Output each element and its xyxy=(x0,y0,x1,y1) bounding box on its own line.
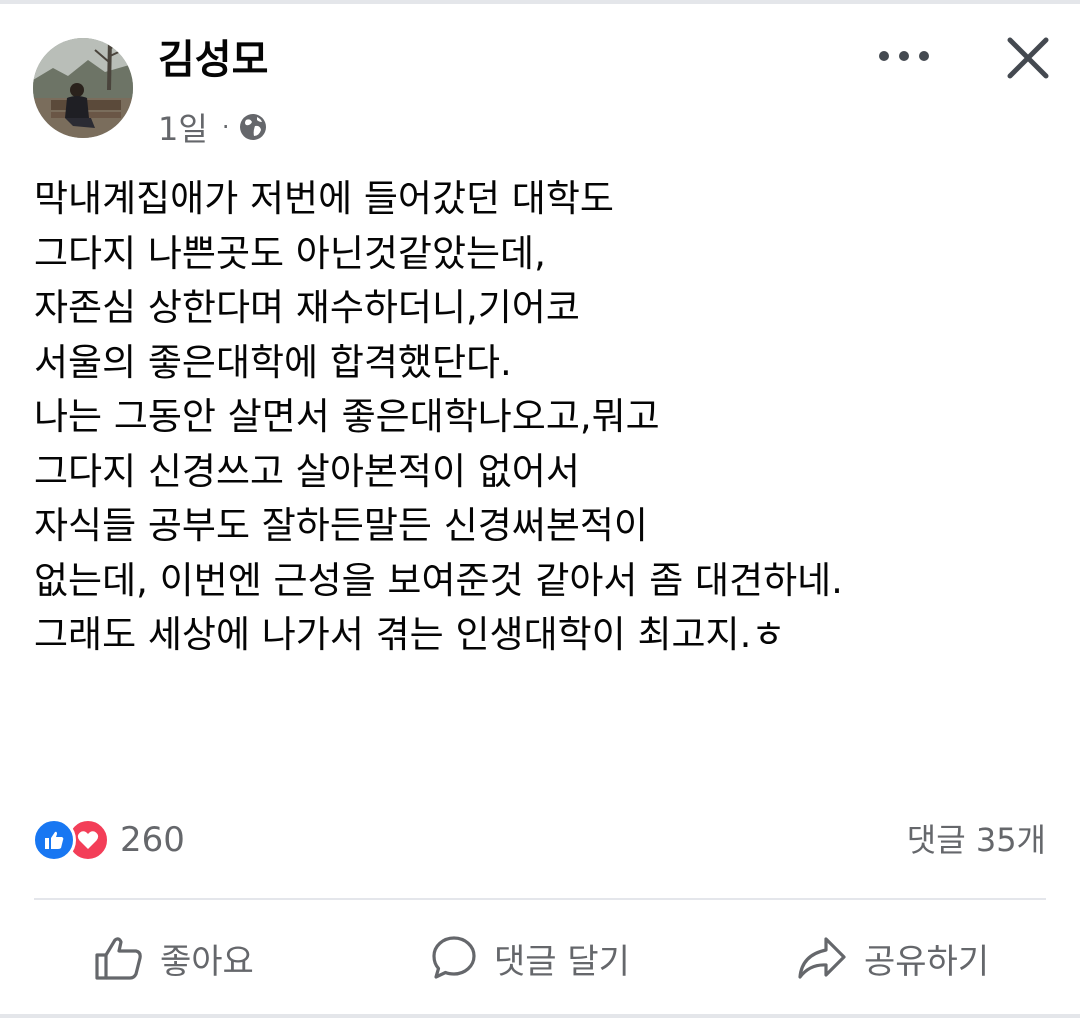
post-line: 그다지 나쁜곳도 아닌것같았는데, xyxy=(34,231,546,275)
more-dots-icon xyxy=(879,51,929,61)
post-time[interactable]: 1일 xyxy=(158,104,208,150)
reactions-summary[interactable]: 260 xyxy=(32,816,185,864)
post-line: 그다지 신경쓰고 살아본적이 없어서 xyxy=(34,449,580,493)
like-button[interactable]: 좋아요 xyxy=(94,930,254,986)
share-arrow-icon xyxy=(798,937,846,979)
profile-photo xyxy=(33,38,133,138)
more-options-button[interactable] xyxy=(872,36,936,76)
share-label: 공유하기 xyxy=(864,941,990,982)
post-line: 그래도 세상에 나가서 겪는 인생대학이 최고지.ㅎ xyxy=(34,613,786,656)
top-border xyxy=(0,0,1080,4)
like-reaction-icon xyxy=(32,818,76,862)
close-button[interactable] xyxy=(1000,30,1056,86)
comment-label: 댓글 달기 xyxy=(494,941,630,982)
post-meta: 1일 · xyxy=(158,104,268,150)
post-body: 막내계집애가 저번에 들어갔던 대학도 그다지 나쁜곳도 아닌것같았는데, 자존… xyxy=(34,172,1064,663)
post-line: 나는 그동안 살면서 좋은대학나오고,뭐고 xyxy=(34,395,660,438)
meta-separator: · xyxy=(221,113,230,141)
post-line: 없는데, 이번엔 근성을 보여준것 같아서 좀 대견하네. xyxy=(34,558,843,602)
reaction-count: 260 xyxy=(120,820,185,860)
comment-button[interactable]: 댓글 달기 xyxy=(430,930,630,986)
comment-bubble-icon xyxy=(432,936,476,979)
author-name[interactable]: 김성모 xyxy=(158,32,268,88)
close-icon xyxy=(1007,37,1049,79)
action-bar: 좋아요 댓글 달기 공유하기 xyxy=(0,900,1080,1012)
post-line: 자식들 공부도 잘하든말든 신경써본적이 xyxy=(34,504,648,547)
share-button[interactable]: 공유하기 xyxy=(796,930,989,986)
post-line: 막내계집애가 저번에 들어갔던 대학도 xyxy=(34,177,614,220)
bottom-border xyxy=(0,1014,1080,1018)
like-label: 좋아요 xyxy=(160,941,254,982)
comment-count[interactable]: 댓글 35개 xyxy=(907,816,1046,864)
thumbs-up-icon xyxy=(95,937,142,980)
globe-icon[interactable] xyxy=(238,112,268,142)
avatar[interactable] xyxy=(33,38,133,138)
post-line: 자존심 상한다며 재수하더니,기어코 xyxy=(34,286,580,329)
post-line: 서울의 좋은대학에 합격했단다. xyxy=(34,340,512,384)
